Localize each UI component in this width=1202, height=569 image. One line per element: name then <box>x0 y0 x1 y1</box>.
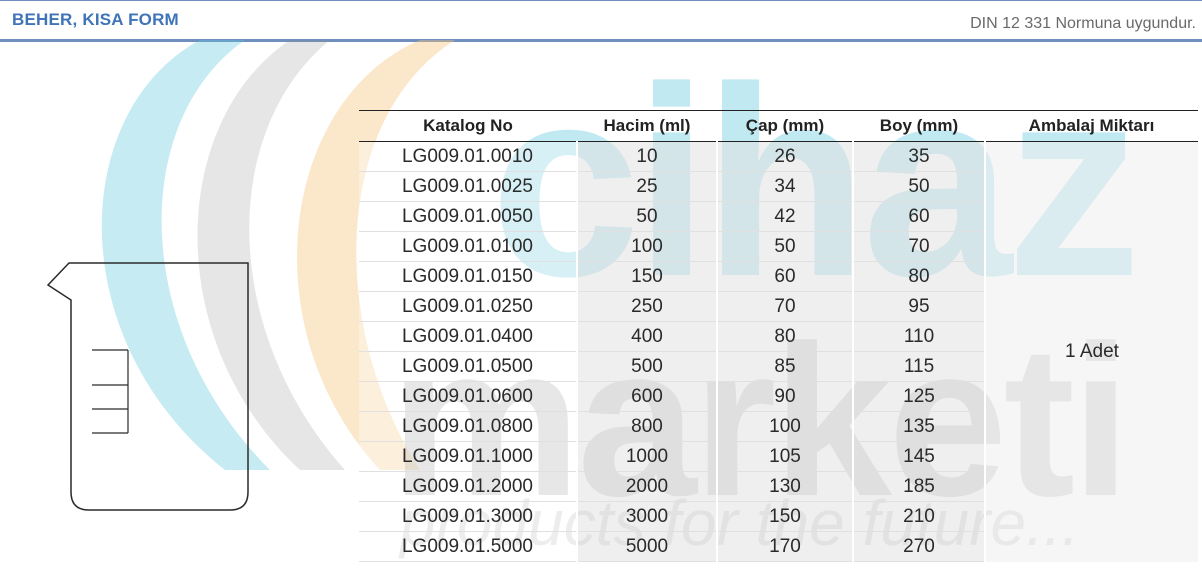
cell-diameter: 150 <box>717 501 854 532</box>
cell-catalog-no: LG009.01.0025 <box>359 171 578 202</box>
cell-catalog-no: LG009.01.0600 <box>359 381 578 412</box>
cell-catalog-no: LG009.01.2000 <box>359 471 578 502</box>
column-header-diameter: Çap (mm) <box>717 110 853 142</box>
cell-diameter: 170 <box>717 531 854 562</box>
cell-height: 145 <box>853 441 986 472</box>
cell-diameter: 100 <box>717 411 854 442</box>
section-title: BEHER, KISA FORM <box>12 10 179 29</box>
column-header-volume: Hacim (ml) <box>577 110 717 142</box>
cell-height: 80 <box>853 261 986 292</box>
cell-diameter: 80 <box>717 321 854 352</box>
cell-height: 185 <box>853 471 986 502</box>
cell-catalog-no: LG009.01.0250 <box>359 291 578 322</box>
table-header-row: Katalog No Hacim (ml) Çap (mm) Boy (mm) … <box>359 110 1198 142</box>
cell-volume: 250 <box>577 291 718 322</box>
cell-catalog-no: LG009.01.0100 <box>359 231 578 262</box>
beaker-outline <box>46 262 249 511</box>
cell-volume: 500 <box>577 351 718 382</box>
cell-height: 110 <box>853 321 986 352</box>
cell-diameter: 85 <box>717 351 854 382</box>
page-header: BEHER, KISA FORM DIN 12 331 Normuna uygu… <box>0 0 1202 42</box>
table-row: LG009.01.0010 10 26 35 1 Adet <box>359 141 1198 562</box>
standard-note: DIN 12 331 Normuna uygundur. <box>970 15 1196 32</box>
cell-height: 210 <box>853 501 986 532</box>
cell-volume: 5000 <box>577 531 718 562</box>
cell-volume: 100 <box>577 231 718 262</box>
catalog-table: Katalog No Hacim (ml) Çap (mm) Boy (mm) … <box>359 110 1198 562</box>
cell-catalog-no: LG009.01.1000 <box>359 441 578 472</box>
cell-volume: 2000 <box>577 471 718 502</box>
table-body: LG009.01.0010 10 26 35 1 Adet LG009.01.0025 25… <box>359 141 1198 562</box>
cell-volume: 10 <box>577 141 718 172</box>
cell-volume: 600 <box>577 381 718 412</box>
cell-volume: 3000 <box>577 501 718 532</box>
cell-diameter: 26 <box>717 141 854 172</box>
column-header-catalog-no: Katalog No <box>359 110 577 142</box>
cell-volume: 150 <box>577 261 718 292</box>
cell-catalog-no: LG009.01.0150 <box>359 261 578 292</box>
cell-diameter: 105 <box>717 441 854 472</box>
cell-height: 135 <box>853 411 986 442</box>
cell-diameter: 42 <box>717 201 854 232</box>
cell-height: 270 <box>853 531 986 562</box>
column-header-height: Boy (mm) <box>853 110 985 142</box>
cell-height: 115 <box>853 351 986 382</box>
cell-diameter: 90 <box>717 381 854 412</box>
cell-volume: 400 <box>577 321 718 352</box>
beaker-illustration <box>46 262 249 511</box>
cell-catalog-no: LG009.01.0500 <box>359 351 578 382</box>
cell-height: 70 <box>853 231 986 262</box>
cell-volume: 25 <box>577 171 718 202</box>
cell-volume: 800 <box>577 411 718 442</box>
cell-packaging: 1 Adet <box>985 141 1198 562</box>
cell-volume: 1000 <box>577 441 718 472</box>
cell-diameter: 130 <box>717 471 854 502</box>
column-header-packaging: Ambalaj Miktarı <box>985 110 1198 142</box>
cell-height: 50 <box>853 171 986 202</box>
cell-height: 60 <box>853 201 986 232</box>
cell-catalog-no: LG009.01.0050 <box>359 201 578 232</box>
cell-diameter: 70 <box>717 291 854 322</box>
cell-diameter: 50 <box>717 231 854 262</box>
cell-height: 125 <box>853 381 986 412</box>
cell-height: 95 <box>853 291 986 322</box>
cell-height: 35 <box>853 141 986 172</box>
cell-catalog-no: LG009.01.3000 <box>359 501 578 532</box>
cell-catalog-no: LG009.01.0800 <box>359 411 578 442</box>
cell-diameter: 60 <box>717 261 854 292</box>
cell-catalog-no: LG009.01.0010 <box>359 141 578 172</box>
cell-catalog-no: LG009.01.5000 <box>359 531 578 562</box>
cell-diameter: 34 <box>717 171 854 202</box>
cell-catalog-no: LG009.01.0400 <box>359 321 578 352</box>
cell-volume: 50 <box>577 201 718 232</box>
